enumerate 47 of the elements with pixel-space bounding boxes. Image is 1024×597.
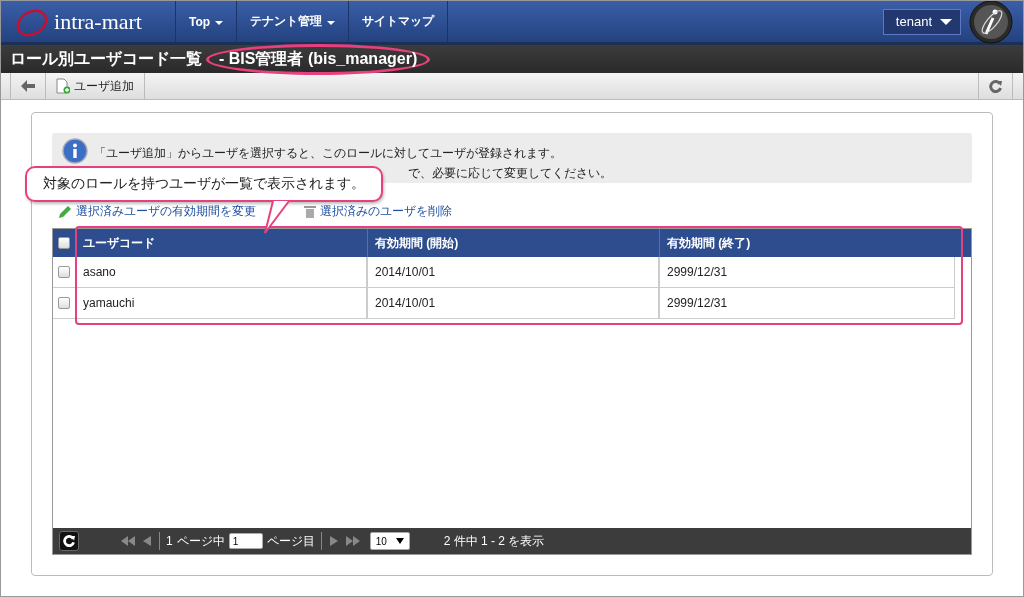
back-arrow-icon	[21, 80, 35, 92]
pencil-icon	[58, 204, 72, 219]
page-title: ロール別ユーザコード一覧	[10, 48, 202, 69]
column-header[interactable]: 有効期間 (開始)	[367, 229, 659, 257]
role-title: - BIS管理者 (bis_manager)	[219, 49, 418, 67]
info-icon	[62, 138, 88, 164]
action-link[interactable]: 選択済みユーザの有効期間を変更	[58, 203, 256, 220]
tenant-dropdown[interactable]: tenant	[882, 8, 961, 35]
reload-button[interactable]	[59, 531, 79, 551]
refresh-icon	[63, 535, 75, 547]
new-document-icon	[56, 78, 70, 94]
table-cell: 2014/10/01	[367, 288, 659, 318]
page-size-select[interactable]: 10	[369, 532, 410, 550]
refresh-button[interactable]	[978, 73, 1013, 99]
record-summary: 2 件中 1 - 2 を表示	[443, 532, 545, 550]
row-checkbox[interactable]	[58, 297, 70, 309]
trash-icon	[304, 205, 316, 218]
next-page-icon[interactable]	[329, 536, 338, 546]
nav-menu-item[interactable]: テナント管理	[237, 1, 350, 42]
previous-page-icon[interactable]	[143, 536, 151, 546]
row-checkbox[interactable]	[58, 266, 70, 278]
add-user-button[interactable]: ユーザ追加	[45, 73, 145, 99]
table-cell: asano	[75, 257, 367, 287]
caret-icon	[395, 538, 404, 544]
table-cell: yamauchi	[75, 288, 367, 318]
table-cell: 2014/10/01	[367, 257, 659, 287]
info-text: 「ユーザ追加」からユーザを選択すると、このロールに対してユーザが登録されます。	[94, 145, 563, 162]
action-link[interactable]: 選択済みのユーザを削除	[304, 203, 452, 220]
page-count: 1	[166, 534, 173, 548]
pager-label: ページ目	[266, 532, 315, 550]
logo[interactable]: intra-mart	[54, 8, 142, 35]
last-page-icon[interactable]	[345, 536, 360, 546]
callout-pointer	[263, 200, 291, 234]
table-cell: 2999/12/31	[659, 288, 955, 318]
first-page-icon[interactable]	[121, 536, 135, 546]
logo-swirl-icon	[15, 8, 49, 38]
page-input[interactable]: 1	[228, 533, 263, 549]
column-header[interactable]: 有効期間 (終了)	[659, 229, 971, 257]
info-logo-icon[interactable]	[969, 1, 1013, 44]
pager-label: ページ中	[176, 532, 225, 550]
refresh-icon	[989, 79, 1002, 93]
nav-menu-item[interactable]: Top	[176, 1, 238, 42]
caret-icon	[940, 18, 952, 25]
nav-menu-item[interactable]: サイトマップ	[349, 1, 449, 42]
info-text: で、必要に応じて変更してください。	[407, 165, 612, 182]
table-cell: 2999/12/31	[659, 257, 955, 287]
select-all-checkbox[interactable]	[58, 237, 70, 249]
